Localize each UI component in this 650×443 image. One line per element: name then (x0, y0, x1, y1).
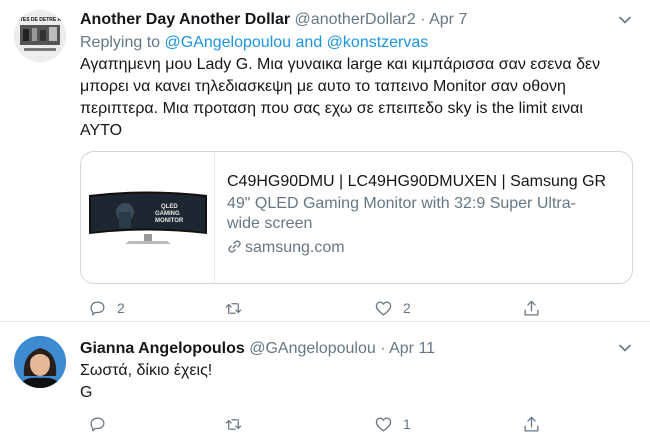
heart-icon (375, 417, 392, 431)
heart-icon (375, 301, 392, 315)
tweet-date[interactable]: Apr 11 (389, 340, 435, 357)
reply-count: 2 (117, 300, 125, 316)
separator: · (380, 340, 386, 357)
card-body: C49HG90DMU | LC49HG90DMUXEN | Samsung GR… (227, 172, 623, 258)
like-button[interactable]: 1 (374, 413, 411, 435)
reply-icon (90, 301, 105, 315)
text-line: ΑΥΤΟ (80, 122, 123, 139)
separator: · (420, 11, 426, 28)
author-name[interactable]: Gianna Angelopoulos (80, 340, 245, 357)
chevron-down-icon[interactable] (618, 13, 632, 27)
retweet-icon (225, 418, 242, 430)
text-line: Σωστά, δίκιο έχεις! (80, 362, 213, 379)
mention-and[interactable]: and (296, 34, 323, 51)
card-description: 49" QLED Gaming Monitor with 32:9 Super … (227, 194, 623, 234)
tweet-another-day[interactable]: YOUS ÊNTES DE DETRE AMERLON Another Day … (0, 0, 650, 322)
tweet-actions: 2 2 (80, 297, 550, 319)
reply-button[interactable]: 2 (88, 297, 125, 319)
card-domain: samsung.com (227, 238, 623, 258)
link-card[interactable]: SAMSUNG QLEDGAMINGMONITOR C49HG90DMU | L… (80, 151, 633, 284)
card-image[interactable]: SAMSUNG QLEDGAMINGMONITOR (81, 152, 215, 283)
tweet-actions: 1 (80, 413, 550, 435)
replying-prefix: Replying to (80, 34, 161, 51)
text-line: μπορει να κανει τηλεδιασκεψη με αυτο το … (80, 78, 566, 95)
avatar[interactable] (14, 336, 66, 388)
text-line: Αγαπημενη μου Lady G. Μια γυναικα large … (80, 56, 601, 73)
share-button[interactable] (522, 297, 541, 319)
tweet-header: Another Day Another Dollar @anotherDolla… (80, 9, 467, 31)
card-title: C49HG90DMU | LC49HG90DMUXEN | Samsung GR (227, 173, 607, 190)
share-icon (524, 300, 539, 315)
reply-icon (90, 417, 105, 431)
chevron-down-icon[interactable] (618, 341, 632, 355)
like-count: 1 (403, 416, 411, 432)
tweet-text: Σωστά, δίκιο έχεις! G (80, 360, 212, 404)
tweet-text: Αγαπημενη μου Lady G. Μια γυναικα large … (80, 54, 600, 142)
retweet-button[interactable] (224, 413, 253, 435)
tweet-date[interactable]: Apr 7 (429, 11, 467, 28)
avatar-text: YOUS ÊNTES DE DETRE AMERLON (14, 15, 66, 23)
card-desc-line: 49" QLED Gaming Monitor with 32:9 Super … (227, 195, 576, 212)
tweet-header: Gianna Angelopoulos @GAngelopoulou · Apr… (80, 338, 435, 360)
share-icon (524, 416, 539, 431)
card-domain-text: samsung.com (245, 239, 345, 256)
share-button[interactable] (522, 413, 541, 435)
replying-to: Replying to @GAngelopoulou and @konstzer… (80, 32, 428, 54)
author-handle[interactable]: @GAngelopoulou (249, 340, 376, 357)
author-name[interactable]: Another Day Another Dollar (80, 11, 290, 28)
reply-button[interactable] (88, 413, 117, 435)
mention-link[interactable]: @GAngelopoulou (165, 34, 292, 51)
text-line: G (80, 384, 93, 401)
mention-link[interactable]: @konstzervas (327, 34, 429, 51)
tweet-gianna[interactable]: Gianna Angelopoulos @GAngelopoulou · Apr… (0, 322, 650, 443)
like-count: 2 (403, 300, 411, 316)
text-line: περιπτερα. Μια προταση που σας εχω σε επ… (80, 100, 583, 117)
like-button[interactable]: 2 (374, 297, 411, 319)
retweet-icon (225, 302, 242, 314)
card-desc-line: wide screen (227, 215, 313, 232)
link-icon (228, 240, 241, 253)
author-handle[interactable]: @anotherDollar2 (295, 11, 416, 28)
avatar[interactable]: YOUS ÊNTES DE DETRE AMERLON (14, 10, 66, 62)
retweet-button[interactable] (224, 297, 253, 319)
